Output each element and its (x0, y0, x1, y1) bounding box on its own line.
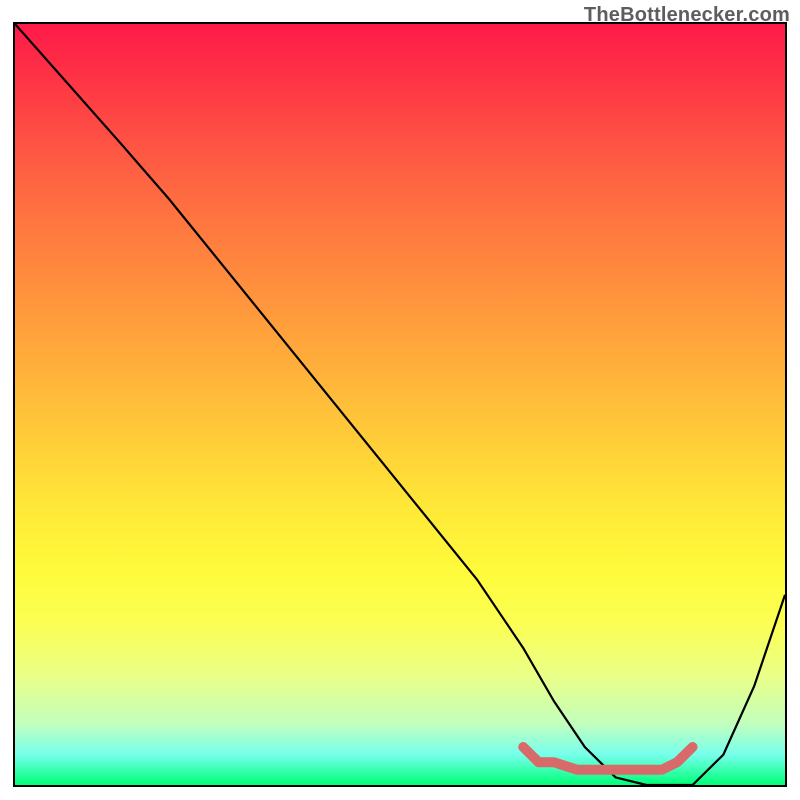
bottleneck-curve-path (15, 24, 785, 785)
chart-svg (15, 24, 785, 785)
optimal-zone-path (523, 747, 692, 770)
attribution-text: TheBottlenecker.com (584, 4, 790, 27)
chart-plot-area (13, 22, 787, 787)
